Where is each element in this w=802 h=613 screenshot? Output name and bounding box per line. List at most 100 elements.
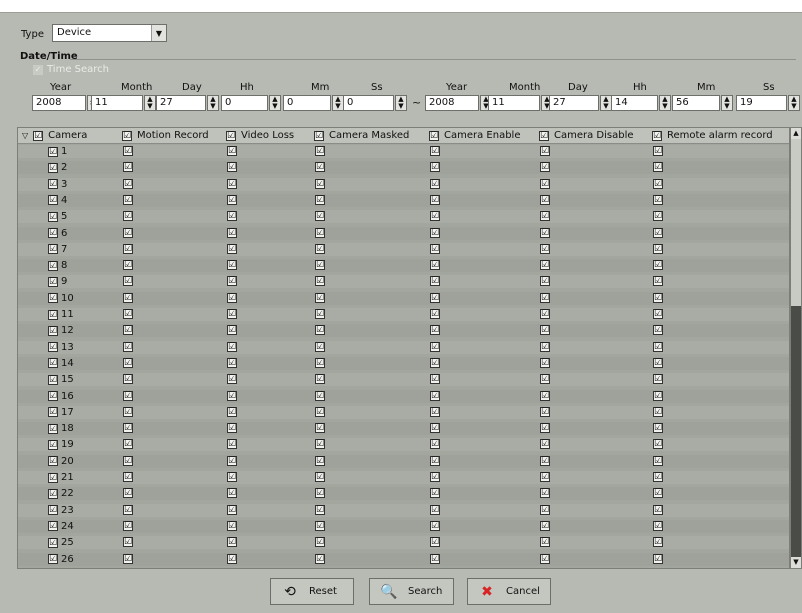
scroll-thumb[interactable] [791, 306, 801, 558]
cell-remote-alarm-record[interactable]: ☑ [653, 260, 663, 271]
cell-camera-enable[interactable]: ☑ [430, 423, 440, 434]
checkbox-icon[interactable]: ☑ [48, 244, 58, 255]
cell-video-loss[interactable]: ☑ [227, 553, 237, 564]
cell-remote-alarm-record[interactable]: ☑ [653, 488, 663, 499]
cell-video-loss[interactable]: ☑ [227, 146, 237, 156]
cell-remote-alarm-record[interactable]: ☑ [653, 276, 663, 287]
checkbox-icon[interactable]: ☑ [315, 439, 325, 450]
cell-camera-disable[interactable]: ☑ [540, 406, 550, 417]
cell-remote-alarm-record[interactable]: ☑ [653, 341, 663, 352]
checkbox-icon[interactable]: ☑ [653, 488, 663, 499]
cell-remote-alarm-record[interactable]: ☑ [653, 194, 663, 205]
cell-camera-disable[interactable]: ☑ [540, 260, 550, 271]
checkbox-icon[interactable]: ☑ [227, 537, 237, 548]
chevron-down-icon[interactable]: ▼ [151, 25, 166, 41]
cell-camera-disable[interactable]: ☑ [540, 194, 550, 205]
cell-camera-enable[interactable]: ☑ [430, 488, 440, 499]
cell-camera[interactable]: ☑ 13 [48, 342, 74, 353]
cell-camera[interactable]: ☑ 7 [48, 244, 67, 255]
checkbox-icon[interactable]: ☑ [123, 406, 133, 417]
checkbox-icon[interactable]: ☑ [227, 504, 237, 515]
checkbox-icon[interactable]: ☑ [430, 472, 440, 482]
cell-video-loss[interactable]: ☑ [227, 357, 237, 368]
checkbox-icon[interactable]: ☑ [430, 357, 440, 368]
checkbox-icon[interactable]: ☑ [48, 391, 58, 401]
cell-video-loss[interactable]: ☑ [227, 504, 237, 515]
checkbox-icon[interactable]: ☑ [226, 130, 236, 141]
cell-camera-disable[interactable]: ☑ [540, 309, 550, 319]
checkbox-icon[interactable]: ☑ [540, 146, 550, 156]
checkbox-icon[interactable]: ☑ [540, 211, 550, 222]
checkbox-icon[interactable]: ☑ [653, 178, 663, 189]
cell-camera[interactable]: ☑ 2 [48, 162, 67, 173]
cell-remote-alarm-record[interactable]: ☑ [653, 374, 663, 385]
cell-remote-alarm-record[interactable]: ☑ [653, 455, 663, 466]
checkbox-icon[interactable]: ☑ [653, 520, 663, 531]
cell-camera-enable[interactable]: ☑ [430, 194, 440, 205]
checkbox-icon[interactable]: ☑ [540, 537, 550, 548]
cell-video-loss[interactable]: ☑ [227, 260, 237, 271]
cell-camera[interactable]: ☑ 22 [48, 488, 74, 499]
cell-camera-enable[interactable]: ☑ [430, 260, 440, 271]
checkbox-icon[interactable]: ☑ [430, 374, 440, 385]
checkbox-icon[interactable]: ☑ [653, 374, 663, 385]
cell-camera[interactable]: ☑ 26 [48, 554, 74, 565]
checkbox-icon[interactable]: ☑ [315, 260, 325, 271]
cell-video-loss[interactable]: ☑ [227, 520, 237, 531]
checkbox-icon[interactable]: ☑ [227, 488, 237, 499]
checkbox-icon[interactable]: ☑ [540, 357, 550, 368]
cell-video-loss[interactable]: ☑ [227, 178, 237, 189]
checkbox-icon[interactable]: ☑ [123, 292, 133, 303]
cell-camera-enable[interactable]: ☑ [430, 504, 440, 515]
checkbox-icon[interactable]: ☑ [430, 537, 440, 548]
cell-camera-enable[interactable]: ☑ [430, 520, 440, 531]
cell-video-loss[interactable]: ☑ [227, 472, 237, 482]
checkbox-icon[interactable]: ☑ [315, 325, 325, 336]
cell-motion-record[interactable]: ☑ [123, 309, 133, 319]
cell-motion-record[interactable]: ☑ [123, 390, 133, 401]
checkbox-icon[interactable]: ☑ [123, 146, 133, 156]
checkbox-icon[interactable]: ☑ [315, 194, 325, 205]
cell-video-loss[interactable]: ☑ [227, 423, 237, 434]
checkbox-icon[interactable]: ☑ [653, 455, 663, 466]
checkbox-icon[interactable]: ☑ [123, 537, 133, 548]
checkbox-icon[interactable]: ☑ [540, 260, 550, 271]
from-day-field[interactable]: 27 [156, 95, 206, 111]
cell-camera[interactable]: ☑ 5 [48, 211, 67, 222]
cell-camera-enable[interactable]: ☑ [430, 390, 440, 401]
cell-motion-record[interactable]: ☑ [123, 537, 133, 548]
checkbox-icon[interactable]: ☑ [540, 341, 550, 352]
checkbox-icon[interactable]: ☑ [315, 292, 325, 303]
checkbox-icon[interactable]: ☑ [540, 439, 550, 450]
cell-camera-masked[interactable]: ☑ [315, 325, 325, 336]
cell-camera-disable[interactable]: ☑ [540, 390, 550, 401]
checkbox-icon[interactable]: ☑ [430, 406, 440, 417]
cell-camera-masked[interactable]: ☑ [315, 146, 325, 156]
cell-camera-disable[interactable]: ☑ [540, 374, 550, 385]
checkbox-icon[interactable]: ☑ [430, 211, 440, 222]
checkbox-icon[interactable]: ☑ [123, 390, 133, 401]
cell-video-loss[interactable]: ☑ [227, 227, 237, 238]
checkbox-icon[interactable]: ☑ [540, 325, 550, 336]
checkbox-icon[interactable]: ☑ [123, 472, 133, 482]
cell-camera-disable[interactable]: ☑ [540, 520, 550, 531]
checkbox-icon[interactable]: ☑ [653, 243, 663, 254]
cell-remote-alarm-record[interactable]: ☑ [653, 325, 663, 336]
cell-camera-disable[interactable]: ☑ [540, 325, 550, 336]
checkbox-icon[interactable]: ☑ [48, 439, 58, 450]
checkbox-icon[interactable]: ☑ [540, 243, 550, 254]
checkbox-icon[interactable]: ☑ [315, 455, 325, 466]
checkbox-icon[interactable]: ☑ [48, 488, 58, 499]
cell-camera-masked[interactable]: ☑ [315, 292, 325, 303]
checkbox-icon[interactable]: ☑ [123, 309, 133, 319]
cell-video-loss[interactable]: ☑ [227, 374, 237, 385]
cell-motion-record[interactable]: ☑ [123, 374, 133, 385]
cell-remote-alarm-record[interactable]: ☑ [653, 162, 663, 173]
cell-camera-enable[interactable]: ☑ [430, 374, 440, 385]
from-ss-field[interactable]: 0 [343, 95, 394, 111]
spin-arrows-icon[interactable]: ▲▼ [144, 95, 156, 111]
cell-camera-enable[interactable]: ☑ [430, 276, 440, 287]
cancel-button[interactable]: ✖ Cancel [467, 578, 551, 605]
to-hh-field[interactable]: 14 [611, 95, 658, 111]
cell-camera-enable[interactable]: ☑ [430, 472, 440, 482]
